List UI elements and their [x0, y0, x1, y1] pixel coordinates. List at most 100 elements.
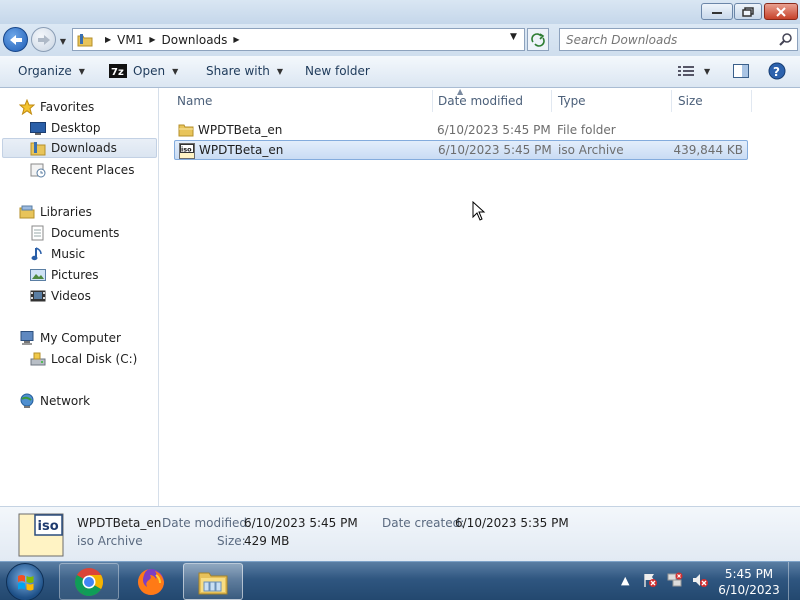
- nav-downloads-label: Downloads: [51, 141, 117, 155]
- organize-button[interactable]: Organize ▼: [18, 64, 85, 78]
- column-divider[interactable]: [671, 90, 672, 112]
- clock-time: 5:45 PM: [724, 567, 774, 581]
- volume-muted-icon[interactable]: [692, 572, 708, 591]
- action-center-flag-icon[interactable]: [642, 572, 658, 591]
- change-view-button[interactable]: ▼: [678, 65, 710, 77]
- organize-label: Organize: [18, 64, 72, 78]
- nav-desktop[interactable]: Desktop: [30, 118, 101, 138]
- column-date-modified[interactable]: Date modified: [438, 94, 523, 108]
- nav-local-disk[interactable]: Local Disk (C:): [30, 349, 137, 369]
- hard-drive-icon: [30, 351, 46, 367]
- file-type: File folder: [557, 123, 616, 137]
- system-clock[interactable]: 5:45 PM 6/10/2023: [716, 566, 782, 598]
- help-icon: ?: [768, 62, 786, 80]
- taskbar-chrome[interactable]: [59, 563, 119, 600]
- file-type: iso Archive: [558, 143, 624, 157]
- file-row-folder[interactable]: WPDTBeta_en 6/10/2023 5:45 PM File folde…: [174, 120, 748, 140]
- taskbar: ▲ 5:45 PM 6/10/2023: [0, 561, 800, 600]
- 7zip-icon: 7z: [109, 64, 127, 78]
- nav-desktop-label: Desktop: [51, 121, 101, 135]
- file-date: 6/10/2023 5:45 PM: [438, 143, 552, 157]
- nav-libraries-label: Libraries: [40, 205, 92, 219]
- search-icon[interactable]: [779, 32, 793, 49]
- navigation-pane: Favorites Desktop Downloads Recent Place…: [0, 88, 159, 506]
- breadcrumb-separator-icon[interactable]: ▶: [149, 35, 155, 44]
- nav-videos[interactable]: Videos: [30, 286, 91, 306]
- search-box[interactable]: [559, 28, 798, 51]
- svg-text:iso: iso: [181, 146, 192, 154]
- music-note-icon: [30, 246, 46, 262]
- nav-network-label: Network: [40, 394, 91, 408]
- nav-pictures[interactable]: Pictures: [30, 265, 99, 285]
- location-folder-icon: [77, 33, 93, 47]
- nav-music[interactable]: Music: [30, 244, 85, 264]
- nav-my-computer[interactable]: My Computer: [19, 328, 121, 348]
- share-with-button[interactable]: Share with ▼: [206, 64, 283, 78]
- address-history-dropdown[interactable]: ▼: [510, 32, 517, 42]
- open-button[interactable]: 7z Open ▼: [109, 64, 178, 78]
- nav-downloads[interactable]: Downloads: [2, 138, 157, 158]
- windows-logo-icon: [18, 575, 34, 591]
- breadcrumb-vm1[interactable]: VM1: [117, 33, 143, 47]
- search-input[interactable]: [566, 32, 771, 47]
- preview-pane-button[interactable]: [733, 64, 749, 78]
- back-button[interactable]: [3, 27, 28, 52]
- nav-network[interactable]: Network: [19, 391, 90, 411]
- star-icon: [19, 99, 35, 115]
- close-button[interactable]: [764, 3, 798, 20]
- command-bar: Organize ▼ 7z Open ▼ Share with ▼ New folde…: [0, 56, 800, 88]
- refresh-icon: [531, 32, 545, 47]
- show-desktop-button[interactable]: [788, 562, 800, 600]
- iso-file-large-icon: iso: [18, 513, 64, 557]
- new-folder-button[interactable]: New folder: [305, 64, 370, 78]
- details-date-modified: 6/10/2023 5:45 PM: [244, 516, 358, 530]
- address-bar[interactable]: ▶ VM1 ▶ Downloads ▶: [72, 28, 525, 51]
- forward-button[interactable]: [31, 27, 56, 52]
- file-name: WPDTBeta_en: [198, 123, 283, 137]
- details-size: 429 MB: [244, 534, 290, 548]
- file-size: 439,844 KB: [673, 143, 743, 157]
- nav-libraries[interactable]: Libraries: [19, 202, 92, 222]
- column-divider[interactable]: [432, 90, 433, 112]
- libraries-icon: [19, 204, 35, 220]
- computer-icon: [19, 330, 35, 346]
- column-type[interactable]: Type: [558, 94, 586, 108]
- file-date: 6/10/2023 5:45 PM: [437, 123, 551, 137]
- forward-arrow-icon: [37, 34, 50, 45]
- file-list: WPDTBeta_en 6/10/2023 5:45 PM File folde…: [160, 114, 800, 506]
- breadcrumb-separator-icon[interactable]: ▶: [105, 35, 111, 44]
- nav-recent-places[interactable]: Recent Places: [30, 160, 134, 180]
- nav-favorites[interactable]: Favorites: [19, 97, 94, 117]
- help-button[interactable]: ?: [768, 62, 786, 80]
- chevron-down-icon[interactable]: ▼: [704, 67, 710, 76]
- nav-videos-label: Videos: [51, 289, 91, 303]
- taskbar-firefox[interactable]: [121, 563, 181, 600]
- open-label: Open: [133, 64, 166, 78]
- nav-documents[interactable]: Documents: [30, 223, 119, 243]
- maximize-button[interactable]: [734, 3, 762, 20]
- breadcrumb-separator-icon[interactable]: ▶: [233, 35, 239, 44]
- column-divider[interactable]: [751, 90, 752, 112]
- taskbar-windows-explorer[interactable]: [183, 563, 243, 600]
- details-file-type: iso Archive: [77, 534, 143, 548]
- details-date-created: 6/10/2023 5:35 PM: [455, 516, 569, 530]
- network-status-icon[interactable]: [667, 572, 683, 591]
- window-title-bar: [0, 0, 800, 24]
- start-button[interactable]: [6, 563, 44, 600]
- svg-text:?: ?: [773, 65, 780, 79]
- recent-pages-dropdown[interactable]: ▼: [58, 36, 68, 46]
- breadcrumb-downloads[interactable]: Downloads: [162, 33, 228, 47]
- svg-text:iso: iso: [38, 519, 59, 534]
- column-name[interactable]: Name: [177, 94, 212, 108]
- column-size[interactable]: Size: [678, 94, 703, 108]
- recent-places-icon: [30, 162, 46, 178]
- refresh-button[interactable]: [527, 28, 549, 51]
- details-date-modified-label: Date modified:: [162, 516, 252, 530]
- column-divider[interactable]: [551, 90, 552, 112]
- share-with-label: Share with: [206, 64, 270, 78]
- minimize-button[interactable]: [701, 3, 733, 20]
- windows-explorer-icon: [198, 572, 228, 594]
- show-hidden-icons-button[interactable]: ▲: [621, 574, 629, 587]
- file-row-iso[interactable]: iso WPDTBeta_en 6/10/2023 5:45 PM iso Ar…: [174, 140, 748, 160]
- nav-recent-places-label: Recent Places: [51, 163, 135, 177]
